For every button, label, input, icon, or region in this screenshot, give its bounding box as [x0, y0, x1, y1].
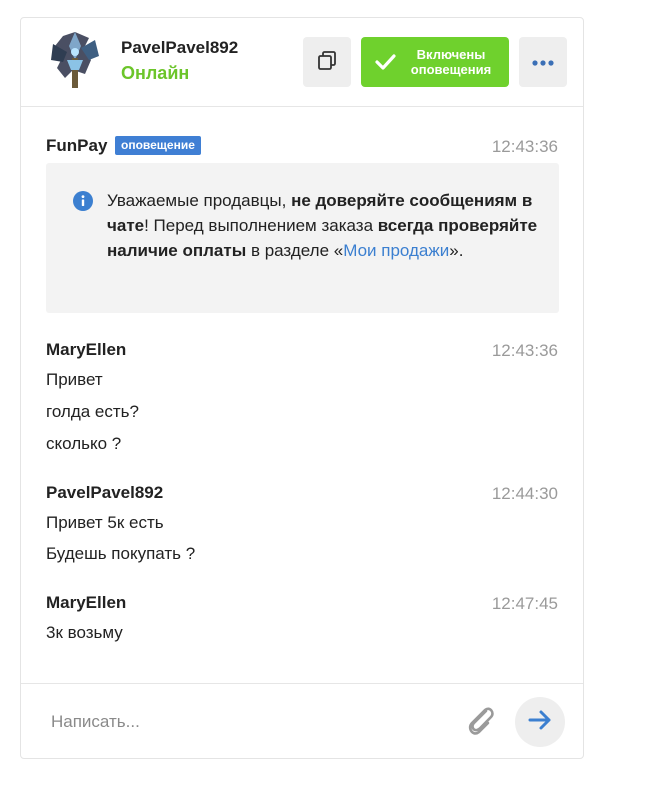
- chat-header: PavelPavel892 Онлайн Включены оповещения: [21, 18, 583, 107]
- message-author[interactable]: MaryEllen: [46, 593, 126, 613]
- paperclip-icon: [464, 703, 496, 742]
- message-text: Привет 5к есть: [46, 513, 164, 532]
- attach-button[interactable]: [462, 704, 498, 740]
- contact-name[interactable]: PavelPavel892: [121, 38, 238, 58]
- message-input[interactable]: [31, 694, 451, 750]
- message-text: Привет: [46, 370, 103, 389]
- contact-status: Онлайн: [121, 63, 190, 83]
- notice-box: Уважаемые продавцы, не доверяйте сообщен…: [46, 163, 559, 313]
- chat-panel: PavelPavel892 Онлайн Включены оповещения: [20, 17, 584, 759]
- notice-text: Уважаемые продавцы, не доверяйте сообщен…: [107, 191, 538, 260]
- message-time: 12:47:45: [491, 594, 558, 613]
- message-time: 12:43:36: [491, 341, 558, 360]
- message-author[interactable]: FunPay: [46, 136, 107, 156]
- arrow-right-icon: [528, 709, 552, 736]
- message-author[interactable]: PavelPavel892: [46, 483, 163, 503]
- notification-badge: оповещение: [115, 136, 201, 155]
- send-button[interactable]: [515, 697, 565, 747]
- check-icon: [374, 51, 396, 73]
- message-text: сколько ?: [46, 434, 122, 453]
- message-time: 12:43:36: [491, 137, 558, 156]
- message-composer: [21, 683, 583, 759]
- message-author[interactable]: MaryEllen: [46, 340, 126, 360]
- notifications-toggle-button[interactable]: Включены оповещения: [361, 37, 509, 87]
- more-button[interactable]: [519, 37, 567, 87]
- message-text: Будешь покупать ?: [46, 544, 196, 563]
- message-text: голда есть?: [46, 402, 139, 421]
- message-text: 3к возьму: [46, 623, 123, 642]
- more-dots-icon: [532, 53, 554, 71]
- message-time: 12:44:30: [491, 484, 558, 503]
- avatar[interactable]: [45, 30, 107, 94]
- copy-icon: [316, 49, 338, 76]
- notifications-toggle-label: Включены оповещения: [410, 47, 492, 77]
- info-icon: [73, 191, 93, 211]
- my-sales-link[interactable]: Мои продажи: [343, 241, 449, 260]
- copy-button[interactable]: [303, 37, 351, 87]
